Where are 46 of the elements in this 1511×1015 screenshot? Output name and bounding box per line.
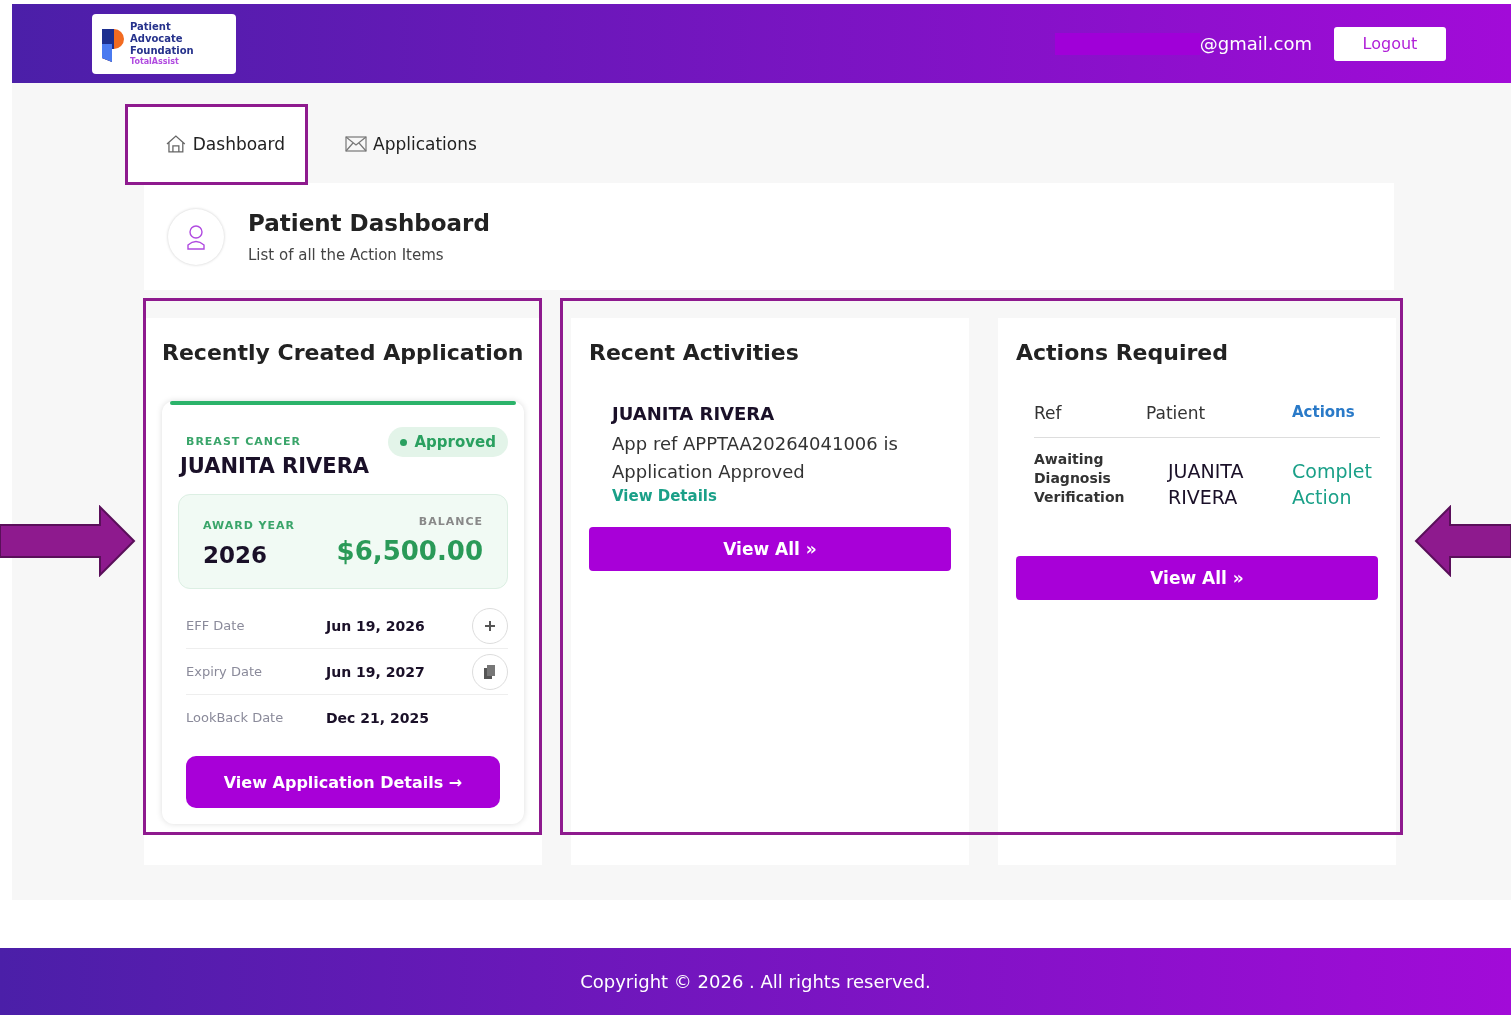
date-value: Jun 19, 2027 [326, 663, 426, 680]
house-icon [165, 134, 187, 154]
copyright-text: Copyright © 2026 . All rights reserved. [580, 971, 931, 992]
panel-title: Actions Required [1016, 340, 1229, 365]
copy-icon [484, 664, 496, 679]
column-header: Actions [1292, 403, 1356, 423]
nav-tab[interactable]: Applications [305, 105, 497, 183]
logo-subtitle: TotalAssist [130, 57, 180, 66]
date-label: EFF Date [186, 618, 246, 633]
panel-title: Recent Activities [589, 340, 800, 365]
status-badge: Approved [387, 427, 508, 457]
date-label: Expiry Date [186, 664, 263, 679]
view-details-link[interactable]: View Details [612, 487, 717, 505]
date-value: Jun 19, 2026 [326, 617, 426, 634]
activity-text: App ref APPTAA20264041006 is Application Approved [612, 432, 899, 484]
award-year: 2026 [203, 542, 268, 568]
balance-label: BALANCE [417, 515, 483, 528]
column-header: Patient [1146, 403, 1207, 423]
award-year-label: AWARD YEAR [203, 519, 296, 532]
logo-title: Patient Advocate Foundation [130, 21, 195, 57]
person-icon [186, 223, 206, 250]
activity-name: JUANITA RIVERA [612, 403, 776, 424]
view-details-button[interactable]: View Application Details → [186, 756, 500, 808]
view-all-button[interactable]: View All » [1016, 556, 1378, 600]
page-title: Patient Dashboard [248, 209, 490, 236]
column-header: Ref [1034, 403, 1063, 423]
logout-button[interactable]: Logout [1334, 26, 1446, 61]
user-email: @gmail.com [1199, 33, 1312, 54]
category-label: BREAST CANCER [186, 435, 302, 448]
add-button[interactable] [472, 607, 508, 644]
table-cell-text: JUANITA RIVERA [1166, 459, 1245, 510]
copy-button[interactable] [472, 653, 508, 690]
left-arrow-icon [1414, 505, 1511, 577]
page-subtitle: List of all the Action Items [248, 245, 445, 264]
envelope-icon [345, 136, 367, 152]
patient-name: JUANITA RIVERA [180, 454, 370, 478]
view-all-button[interactable]: View All » [589, 527, 951, 571]
balance-amount: $6,500.00 [336, 536, 483, 566]
plus-icon [484, 619, 496, 632]
date-label: LookBack Date [186, 710, 285, 725]
right-arrow-icon [0, 505, 136, 577]
date-value: Dec 21, 2025 [326, 709, 430, 726]
complete-action-link[interactable]: Complet Action [1292, 450, 1380, 510]
nav-tab[interactable]: Dashboard [125, 105, 305, 183]
panel-title: Recently Created Application [162, 340, 524, 365]
table-cell-text: Awaiting Diagnosis Verification [1034, 450, 1126, 507]
